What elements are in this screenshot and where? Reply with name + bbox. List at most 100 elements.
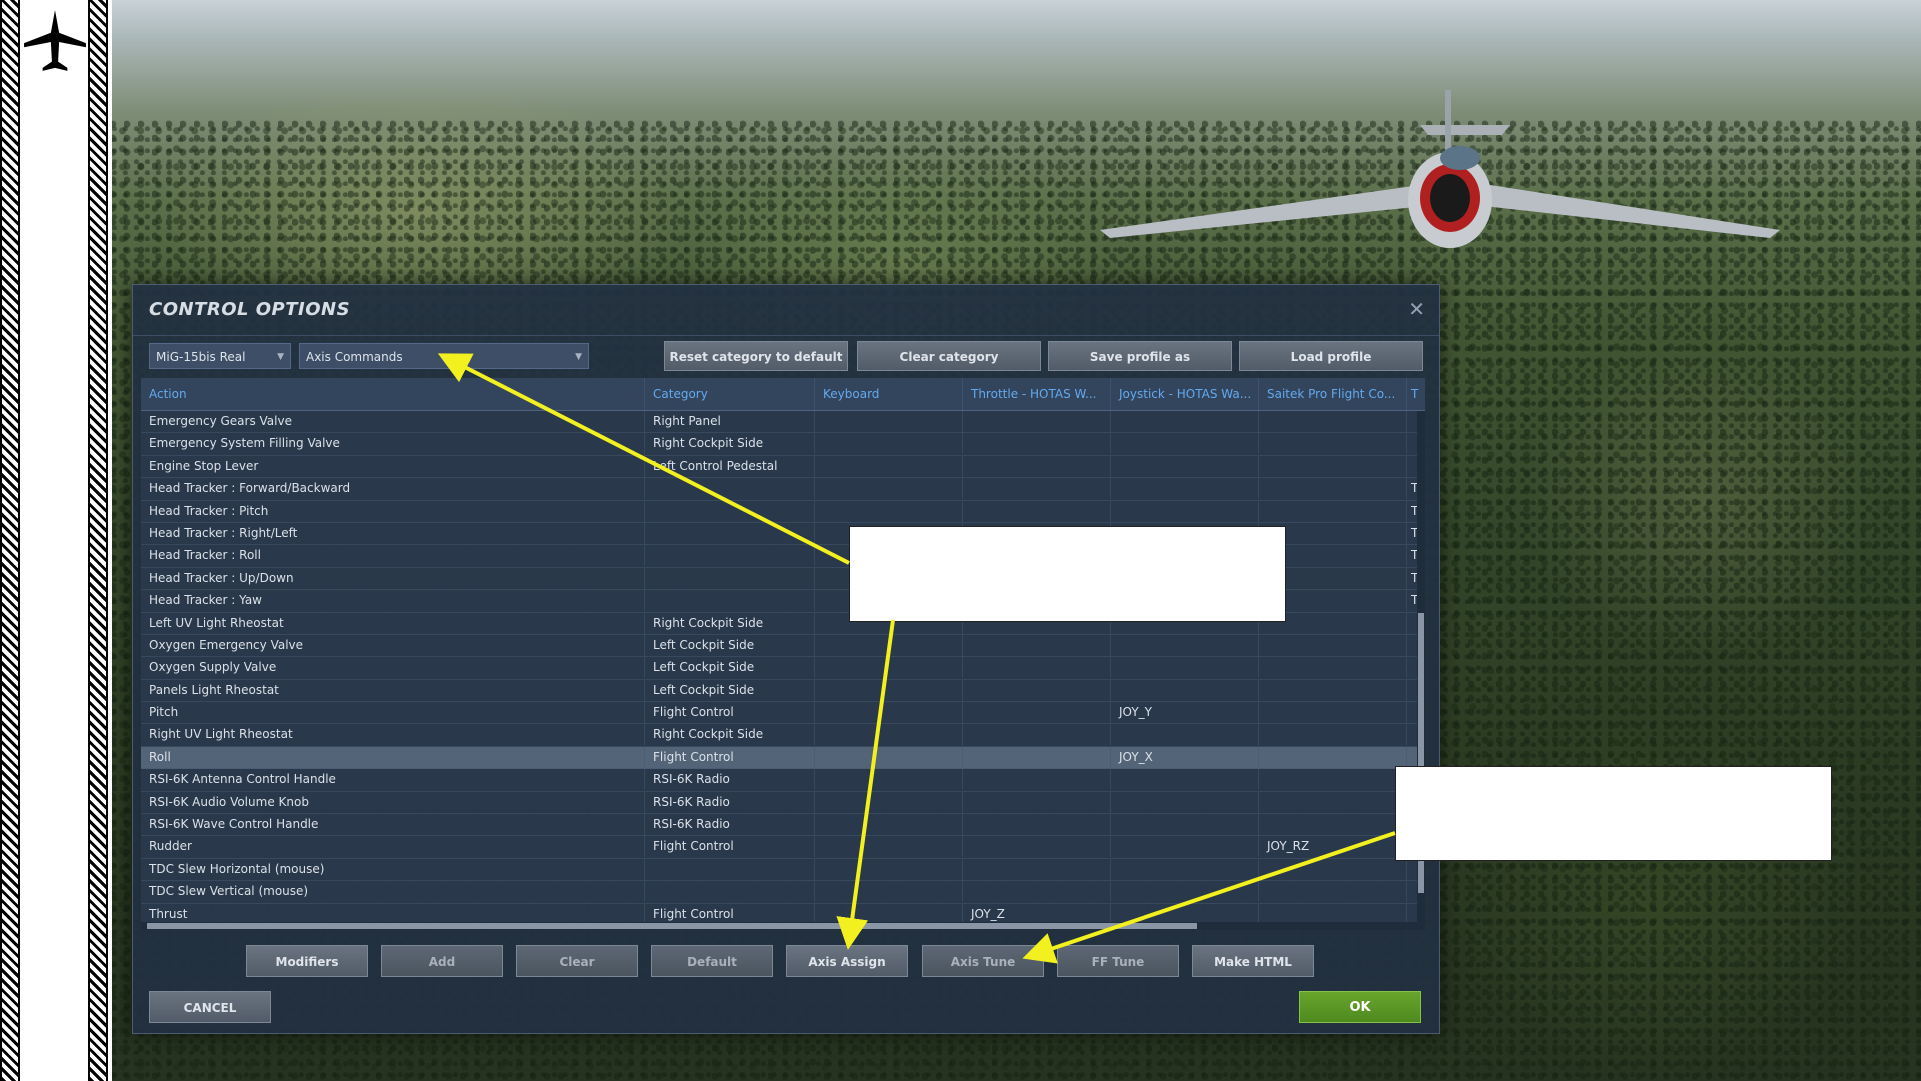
cell-joystick[interactable]: JOY_X — [1111, 746, 1259, 768]
column-header-action[interactable]: Action — [141, 378, 645, 410]
column-header-saitek[interactable]: Saitek Pro Flight Co... — [1259, 378, 1407, 410]
cell-saitek[interactable] — [1259, 814, 1407, 836]
cell-keyboard[interactable] — [815, 769, 963, 791]
cell-saitek[interactable] — [1259, 433, 1407, 455]
cell-joystick[interactable] — [1111, 791, 1259, 813]
table-row[interactable]: Right UV Light Rheostat Right Cockpit Sid… — [141, 724, 1425, 747]
cancel-button[interactable]: CANCEL — [149, 991, 271, 1023]
cell-joystick[interactable] — [1111, 634, 1259, 656]
cell-keyboard[interactable] — [815, 411, 963, 432]
cell-joystick[interactable] — [1111, 881, 1259, 903]
cell-throttle[interactable] — [963, 634, 1111, 656]
table-row[interactable]: Engine Stop Lever Left Control Pedestal — [141, 455, 1425, 479]
cell-keyboard[interactable] — [815, 433, 963, 455]
axis-tune-button[interactable]: Axis Tune — [922, 945, 1044, 977]
cell-joystick[interactable] — [1111, 411, 1259, 432]
ff-tune-button[interactable]: FF Tune — [1057, 945, 1179, 977]
cell-keyboard[interactable] — [815, 814, 963, 836]
table-row[interactable]: Head Tracker : Forward/Backward T — [141, 478, 1425, 501]
cell-joystick[interactable]: JOY_Y — [1111, 702, 1259, 724]
cell-throttle[interactable] — [963, 836, 1111, 858]
reset-category-button[interactable]: Reset category to default — [664, 341, 848, 371]
cell-throttle[interactable] — [963, 858, 1111, 880]
cell-saitek[interactable] — [1259, 881, 1407, 903]
cell-saitek[interactable] — [1259, 858, 1407, 880]
cell-throttle[interactable] — [963, 455, 1111, 477]
cell-joystick[interactable] — [1111, 657, 1259, 679]
ok-button[interactable]: OK — [1299, 991, 1421, 1023]
default-button[interactable]: Default — [651, 945, 773, 977]
cell-keyboard[interactable] — [815, 858, 963, 880]
cell-saitek[interactable] — [1259, 455, 1407, 477]
cell-saitek[interactable] — [1259, 500, 1407, 522]
cell-saitek[interactable] — [1259, 478, 1407, 500]
horizontal-scrollbar[interactable] — [141, 922, 1425, 930]
cell-saitek[interactable] — [1259, 791, 1407, 813]
cell-throttle[interactable] — [963, 478, 1111, 500]
cell-saitek[interactable] — [1259, 702, 1407, 724]
cell-throttle[interactable] — [963, 657, 1111, 679]
clear-button[interactable]: Clear — [516, 945, 638, 977]
cell-keyboard[interactable] — [815, 657, 963, 679]
cell-throttle[interactable] — [963, 791, 1111, 813]
table-row[interactable]: Emergency Gears Valve Right Panel — [141, 411, 1425, 434]
table-row[interactable]: RSI-6K Wave Control Handle RSI-6K Radio — [141, 814, 1425, 837]
cell-keyboard[interactable] — [815, 724, 963, 746]
table-row[interactable]: RSI-6K Antenna Control Handle RSI-6K Radi… — [141, 769, 1425, 792]
modifiers-button[interactable]: Modifiers — [246, 945, 368, 977]
cell-joystick[interactable] — [1111, 679, 1259, 701]
cell-keyboard[interactable] — [815, 679, 963, 701]
table-row[interactable]: Pitch Flight Control JOY_Y — [141, 702, 1425, 725]
cell-keyboard[interactable] — [815, 634, 963, 656]
cell-saitek[interactable] — [1259, 679, 1407, 701]
add-button[interactable]: Add — [381, 945, 503, 977]
cell-saitek[interactable] — [1259, 634, 1407, 656]
cell-saitek[interactable] — [1259, 411, 1407, 432]
cell-keyboard[interactable] — [815, 500, 963, 522]
cell-saitek[interactable] — [1259, 746, 1407, 768]
table-row[interactable]: Emergency System Filling Valve Right Cock… — [141, 433, 1425, 456]
cell-throttle[interactable] — [963, 702, 1111, 724]
cell-saitek[interactable] — [1259, 657, 1407, 679]
cell-saitek[interactable]: JOY_RZ — [1259, 836, 1407, 858]
cell-joystick[interactable] — [1111, 814, 1259, 836]
horizontal-scroll-thumb[interactable] — [147, 923, 1197, 929]
table-row[interactable]: Rudder Flight Control JOY_RZ — [141, 836, 1425, 859]
table-row[interactable]: Head Tracker : Pitch T — [141, 500, 1425, 523]
axis-assign-button[interactable]: Axis Assign — [786, 945, 908, 977]
cell-saitek[interactable] — [1259, 769, 1407, 791]
column-header-keyboard[interactable]: Keyboard — [815, 378, 963, 410]
cell-throttle[interactable] — [963, 411, 1111, 432]
column-header-throttle[interactable]: Throttle - HOTAS W... — [963, 378, 1111, 410]
table-row[interactable]: TDC Slew Horizontal (mouse) — [141, 858, 1425, 882]
column-header-category[interactable]: Category — [645, 378, 815, 410]
cell-throttle[interactable] — [963, 881, 1111, 903]
column-header-joystick[interactable]: Joystick - HOTAS Wa... — [1111, 378, 1259, 410]
save-profile-button[interactable]: Save profile as — [1048, 341, 1232, 371]
cell-joystick[interactable] — [1111, 478, 1259, 500]
cell-keyboard[interactable] — [815, 791, 963, 813]
category-select[interactable]: Axis Commands ▼ — [299, 343, 589, 369]
cell-joystick[interactable] — [1111, 724, 1259, 746]
cell-joystick[interactable] — [1111, 769, 1259, 791]
cell-throttle[interactable] — [963, 724, 1111, 746]
close-icon[interactable]: ✕ — [1408, 297, 1425, 321]
cell-throttle[interactable] — [963, 746, 1111, 768]
cell-joystick[interactable] — [1111, 836, 1259, 858]
cell-keyboard[interactable] — [815, 836, 963, 858]
cell-throttle[interactable] — [963, 769, 1111, 791]
cell-keyboard[interactable] — [815, 478, 963, 500]
load-profile-button[interactable]: Load profile — [1239, 341, 1423, 371]
cell-keyboard[interactable] — [815, 881, 963, 903]
table-row[interactable]: Oxygen Emergency Valve Left Cockpit Side — [141, 634, 1425, 658]
table-row[interactable]: Oxygen Supply Valve Left Cockpit Side — [141, 657, 1425, 680]
column-header-extra[interactable]: T — [1407, 378, 1425, 410]
make-html-button[interactable]: Make HTML — [1192, 945, 1314, 977]
cell-throttle[interactable] — [963, 814, 1111, 836]
profile-select[interactable]: MiG-15bis Real ▼ — [149, 343, 291, 369]
cell-throttle[interactable] — [963, 433, 1111, 455]
cell-throttle[interactable] — [963, 500, 1111, 522]
cell-saitek[interactable] — [1259, 724, 1407, 746]
cell-joystick[interactable] — [1111, 433, 1259, 455]
table-row[interactable]: Roll Flight Control JOY_X — [141, 746, 1425, 770]
